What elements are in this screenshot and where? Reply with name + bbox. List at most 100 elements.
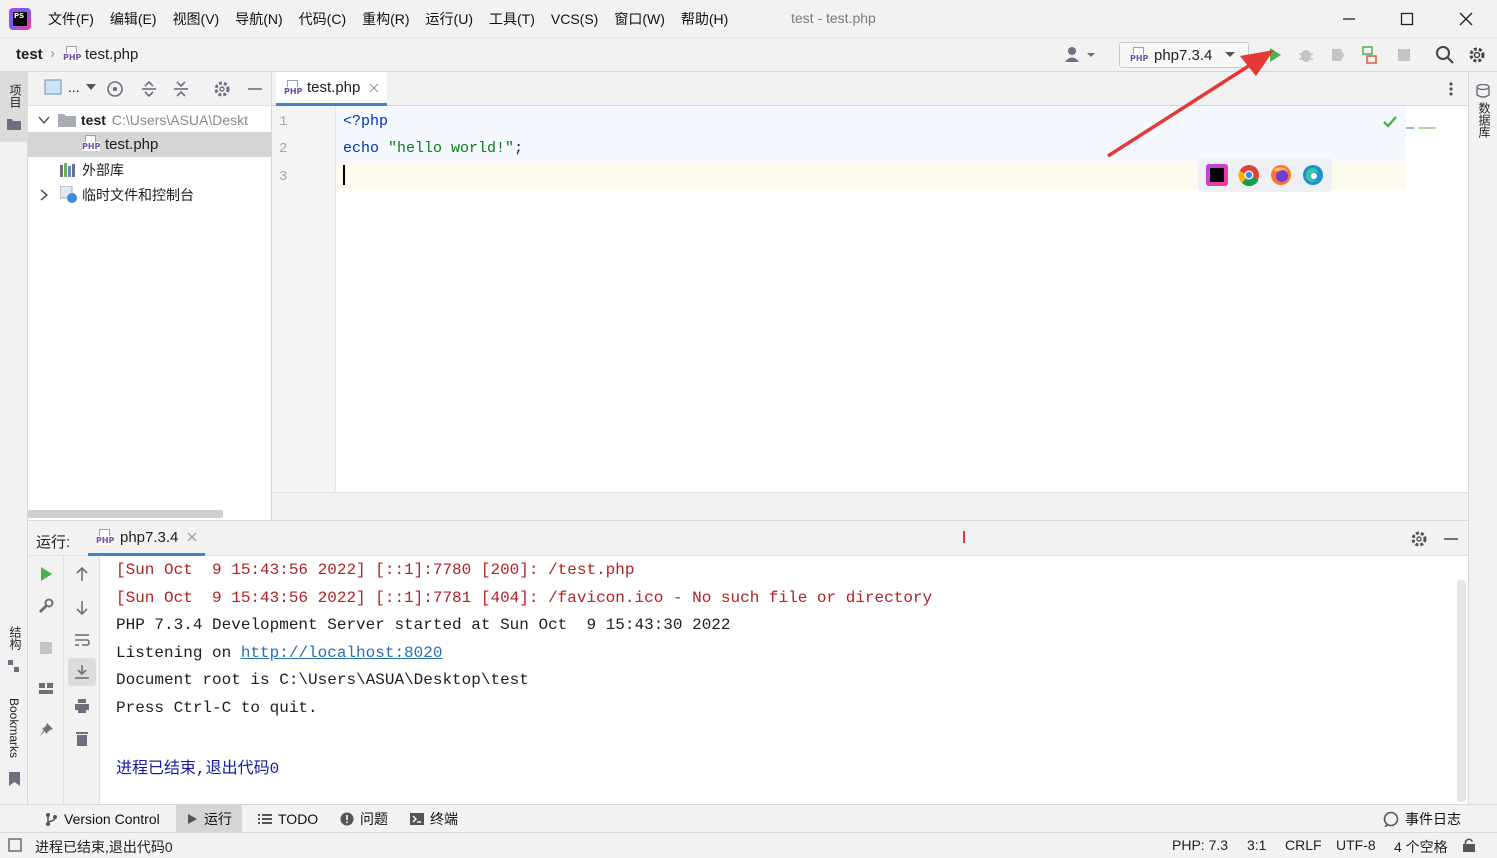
info-icon (340, 812, 354, 826)
tool-tab-todo[interactable]: TODO (248, 805, 328, 833)
tool-window-bar: Version Control 运行 TODO 问题 终端 事件日志 (0, 804, 1497, 833)
run-panel-hide-button[interactable] (1442, 530, 1460, 551)
menu-edit[interactable]: 编辑(E) (102, 9, 165, 29)
debug-button[interactable] (1297, 46, 1315, 67)
toggle-tool-windows-button[interactable] (8, 838, 22, 855)
run-console-output[interactable]: [Sun Oct 9 15:43:56 2022] [::1]:7780 [20… (100, 556, 1468, 804)
run-panel-settings-button[interactable] (1410, 530, 1428, 551)
editor-tab-label: test.php (307, 79, 361, 96)
scroll-down-button[interactable] (70, 596, 94, 620)
stop-button[interactable] (1395, 46, 1413, 67)
edge-icon[interactable] (1302, 164, 1324, 186)
coverage-button[interactable] (1329, 46, 1347, 67)
menu-file[interactable]: 文件(F) (40, 9, 102, 29)
tool-tab-label: 运行 (204, 811, 232, 827)
project-settings-button[interactable] (213, 80, 231, 101)
menu-vcs[interactable]: VCS(S) (543, 9, 606, 29)
expand-all-button[interactable] (140, 80, 158, 101)
tree-item-file-selected[interactable]: PHP test.php (28, 132, 271, 157)
restore-layout-button[interactable] (34, 676, 58, 700)
tool-tab-version-control[interactable]: Version Control (34, 805, 170, 833)
status-line-separator[interactable]: CRLF (1285, 837, 1322, 853)
code-php-open-tag: <?php (343, 113, 389, 130)
menu-help[interactable]: 帮助(H) (673, 9, 736, 29)
tool-tab-event-log[interactable]: 事件日志 (1373, 805, 1471, 833)
php-file-icon: PHP (63, 46, 81, 65)
select-opened-file-button[interactable] (106, 80, 124, 101)
code-editor[interactable]: 1 2 3 <?php echo "hello world!"; (272, 50, 1468, 492)
clear-all-button[interactable] (70, 726, 94, 750)
structure-tool-window-button[interactable]: 结构 (0, 620, 28, 680)
minimize-button[interactable] (1336, 6, 1362, 32)
menu-code[interactable]: 代码(C) (291, 9, 354, 29)
expand-all-icon (142, 80, 156, 98)
menu-navigate[interactable]: 导航(N) (227, 9, 290, 29)
menu-view[interactable]: 视图(V) (165, 9, 228, 29)
soft-wrap-button[interactable] (70, 628, 94, 652)
console-scrollbar[interactable] (1457, 580, 1466, 802)
menu-window[interactable]: 窗口(W) (606, 9, 673, 29)
project-view-selector[interactable]: ... (44, 79, 96, 95)
console-line-listening: Listening on http://localhost:8020 (116, 644, 442, 662)
chevron-down-icon (85, 84, 96, 90)
firefox-icon[interactable] (1270, 164, 1292, 186)
status-message[interactable]: 进程已结束,退出代码0 (35, 837, 173, 857)
console-line-error: [Sun Oct 9 15:43:56 2022] [::1]:7780 [20… (116, 561, 635, 579)
status-caret-position[interactable]: 3:1 (1247, 837, 1266, 853)
tree-item-scratches[interactable]: 临时文件和控制台 (28, 182, 271, 207)
status-php-version[interactable]: PHP: 7.3 (1172, 837, 1228, 853)
tool-tab-label: 事件日志 (1405, 811, 1461, 827)
breadcrumb-project[interactable]: test (16, 46, 43, 63)
print-icon (75, 699, 89, 713)
scroll-to-end-button[interactable] (68, 658, 96, 686)
horizontal-scrollbar[interactable] (28, 510, 223, 518)
project-tool-window-button[interactable]: 项目 (0, 72, 28, 142)
console-line: Document root is C:\Users\ASUA\Desktop\t… (116, 671, 529, 689)
bookmarks-tool-window-button[interactable]: Bookmarks (0, 694, 28, 794)
phpstorm-browser-icon[interactable] (1206, 164, 1228, 186)
crosshair-icon (107, 81, 123, 97)
modify-config-button[interactable] (34, 594, 58, 618)
editor-tab-test-php[interactable]: PHP test.php (276, 72, 388, 106)
close-button[interactable] (1453, 6, 1479, 32)
hide-panel-button[interactable] (246, 80, 264, 101)
database-tool-window-button[interactable]: 数据库 (1469, 80, 1497, 150)
run-play-icon (41, 567, 52, 581)
search-everywhere-button[interactable] (1435, 45, 1455, 68)
minus-icon (248, 88, 262, 90)
close-icon[interactable] (187, 532, 197, 542)
pin-tab-button[interactable] (34, 718, 58, 742)
console-text: Listening on (116, 644, 241, 662)
close-icon[interactable] (369, 83, 379, 93)
settings-button[interactable] (1467, 45, 1487, 68)
localhost-link[interactable]: http://localhost:8020 (241, 644, 443, 662)
status-encoding[interactable]: UTF-8 (1336, 837, 1376, 853)
chrome-icon[interactable] (1238, 164, 1260, 186)
maximize-button[interactable] (1394, 6, 1420, 32)
status-indent[interactable]: 4 个空格 (1394, 837, 1448, 857)
breadcrumb-file[interactable]: test.php (85, 46, 138, 63)
rerun-button[interactable] (34, 562, 58, 586)
lock-icon[interactable] (1462, 837, 1476, 856)
no-problems-indicator[interactable] (1382, 115, 1398, 132)
rerun-button[interactable] (1361, 45, 1379, 68)
collapse-all-button[interactable] (172, 80, 190, 101)
scroll-up-button[interactable] (70, 562, 94, 586)
lock-icon-svg (1463, 838, 1475, 852)
tool-tab-terminal[interactable]: 终端 (400, 805, 468, 833)
tree-item-project-root[interactable]: test C:\Users\ASUA\Deskt (28, 107, 271, 132)
print-button[interactable] (70, 694, 94, 718)
stop-button[interactable] (34, 636, 58, 660)
tool-tab-run[interactable]: 运行 (176, 805, 242, 833)
run-tab-php[interactable]: PHP php7.3.4 (88, 521, 206, 556)
terminal-icon (410, 813, 424, 825)
branch-icon (46, 813, 57, 826)
editor-more-button[interactable] (1448, 81, 1454, 100)
tree-item-external-libraries[interactable]: 外部库 (28, 157, 271, 182)
menu-refactor[interactable]: 重构(R) (354, 9, 417, 29)
account-dropdown-button[interactable] (1064, 46, 1098, 67)
menu-run[interactable]: 运行(U) (418, 9, 481, 29)
menu-tools[interactable]: 工具(T) (481, 9, 543, 29)
more-vertical-icon (1449, 82, 1453, 96)
tool-tab-problems[interactable]: 问题 (330, 805, 398, 833)
